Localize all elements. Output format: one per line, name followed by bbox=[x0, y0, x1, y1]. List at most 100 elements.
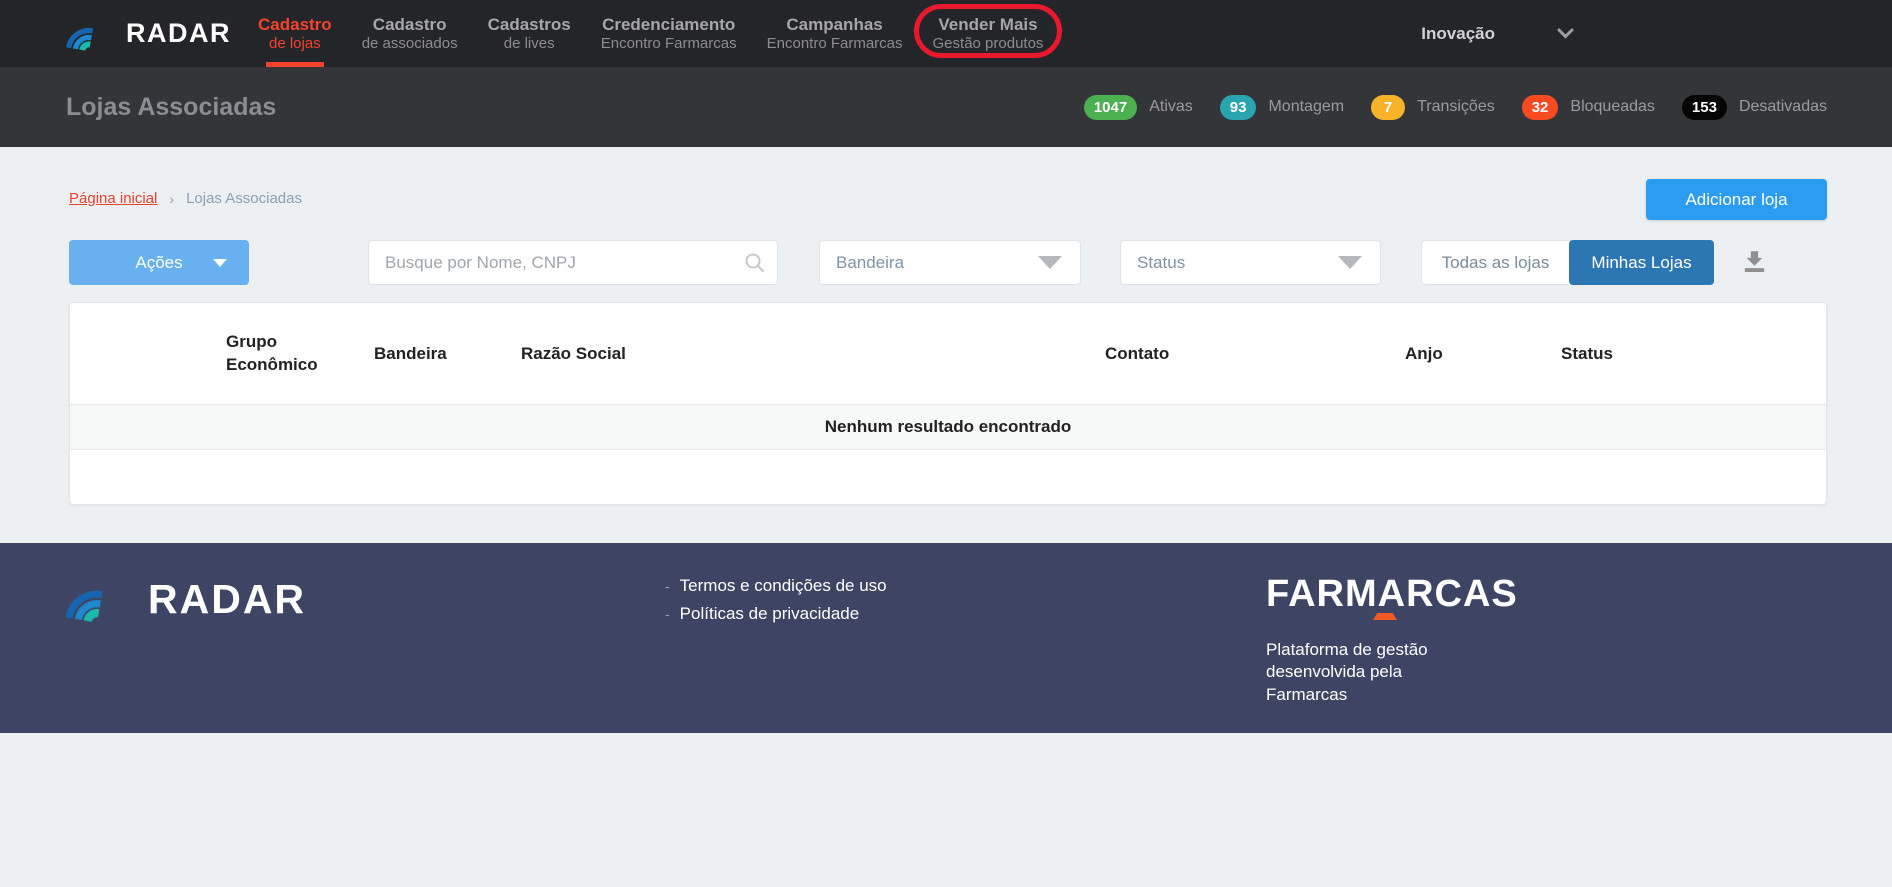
nav-item-subtitle: Encontro Farmarcas bbox=[601, 35, 737, 54]
subheader: Lojas Associadas 1047 Ativas 93 Montagem… bbox=[0, 67, 1892, 147]
stores-table-card: Grupo Econômico Bandeira Razão Social Co… bbox=[69, 302, 1827, 505]
breadcrumb: Página inicial › Lojas Associadas bbox=[69, 190, 302, 207]
column-header-anjo: Anjo bbox=[1405, 344, 1561, 364]
acoes-button[interactable]: Ações bbox=[69, 240, 249, 285]
nav-item-cadastros-lives[interactable]: Cadastros de lives bbox=[473, 0, 586, 67]
privacy-link-label: Políticas de privacidade bbox=[680, 604, 860, 624]
nav-item-subtitle: Gestão produtos bbox=[933, 35, 1044, 54]
column-header-bandeira: Bandeira bbox=[374, 344, 521, 364]
radar-logo-icon bbox=[66, 573, 128, 625]
nav-item-cadastro-associados[interactable]: Cadastro de associados bbox=[347, 0, 473, 67]
column-header-status: Status bbox=[1561, 344, 1826, 364]
footer-links: - Termos e condições de uso - Políticas … bbox=[665, 543, 1266, 733]
radar-logo-icon bbox=[66, 15, 112, 53]
dropdown-caret-icon bbox=[1038, 256, 1062, 269]
dash-bullet: - bbox=[665, 578, 670, 594]
lojas-toggle: Todas as lojas Minhas Lojas bbox=[1421, 240, 1714, 285]
stat-ativas[interactable]: 1047 Ativas bbox=[1084, 95, 1193, 120]
status-counters: 1047 Ativas 93 Montagem 7 Transições 32 … bbox=[1057, 95, 1827, 120]
bandeira-select-value: Bandeira bbox=[836, 253, 904, 273]
status-select-value: Status bbox=[1137, 253, 1185, 273]
nav-items: Cadastro de lojas Cadastro de associados… bbox=[243, 0, 1058, 67]
filter-row: Ações Bandeira Status Todas as lojas Min… bbox=[69, 240, 1827, 285]
status-select[interactable]: Status bbox=[1120, 240, 1381, 285]
stat-pill: 32 bbox=[1522, 95, 1559, 120]
table-filler bbox=[70, 450, 1826, 504]
footer-partner-block: FARMARCAS Plataforma de gestão desenvolv… bbox=[1266, 543, 1518, 733]
privacy-link[interactable]: - Políticas de privacidade bbox=[665, 604, 1266, 624]
inovacao-menu[interactable]: Inovação bbox=[1421, 0, 1574, 67]
stat-bloqueadas[interactable]: 32 Bloqueadas bbox=[1522, 95, 1655, 120]
acoes-button-label: Ações bbox=[135, 253, 182, 272]
caret-down-icon bbox=[213, 259, 227, 267]
nav-item-title: Campanhas bbox=[786, 14, 882, 35]
stat-label: Desativadas bbox=[1739, 98, 1827, 116]
nav-item-subtitle: Encontro Farmarcas bbox=[767, 35, 903, 54]
tagline-line: desenvolvida pela bbox=[1266, 662, 1518, 682]
column-header-grupo-economico: Grupo Econômico bbox=[226, 331, 374, 377]
top-nav: RADAR Cadastro de lojas Cadastro de asso… bbox=[0, 0, 1892, 67]
search-icon bbox=[744, 252, 765, 273]
search-input[interactable] bbox=[368, 240, 778, 285]
stat-pill: 153 bbox=[1682, 95, 1727, 120]
terms-link-label: Termos e condições de uso bbox=[680, 576, 887, 596]
nav-item-credenciamento[interactable]: Credenciamento Encontro Farmarcas bbox=[586, 0, 752, 67]
column-header-contato: Contato bbox=[1105, 344, 1405, 364]
main-content: Página inicial › Lojas Associadas Adicio… bbox=[0, 147, 1892, 543]
breadcrumb-row: Página inicial › Lojas Associadas Adicio… bbox=[69, 179, 1827, 220]
footer-brand-block: RADAR bbox=[66, 543, 665, 733]
stat-montagem[interactable]: 93 Montagem bbox=[1220, 95, 1344, 120]
stat-pill: 7 bbox=[1371, 95, 1405, 120]
nav-item-title: Cadastro bbox=[258, 14, 332, 35]
stat-desativadas[interactable]: 153 Desativadas bbox=[1682, 95, 1827, 120]
dropdown-caret-icon bbox=[1338, 256, 1362, 269]
farmarcas-tagline: Plataforma de gestão desenvolvida pela F… bbox=[1266, 640, 1518, 705]
nav-item-title: Cadastros bbox=[488, 14, 571, 35]
stat-pill: 1047 bbox=[1084, 95, 1137, 120]
empty-state-row: Nenhum resultado encontrado bbox=[70, 405, 1826, 450]
stat-label: Montagem bbox=[1268, 98, 1344, 116]
breadcrumb-current: Lojas Associadas bbox=[186, 190, 302, 207]
toggle-todas-as-lojas-button[interactable]: Todas as lojas bbox=[1421, 240, 1569, 285]
nav-item-title: Cadastro bbox=[373, 14, 447, 35]
adicionar-loja-button[interactable]: Adicionar loja bbox=[1646, 179, 1827, 220]
stat-label: Bloqueadas bbox=[1570, 98, 1655, 116]
tagline-line: Farmarcas bbox=[1266, 685, 1518, 705]
footer: RADAR - Termos e condições de uso - Polí… bbox=[0, 543, 1892, 733]
nav-item-campanhas[interactable]: Campanhas Encontro Farmarcas bbox=[752, 0, 918, 67]
empty-state-message: Nenhum resultado encontrado bbox=[825, 417, 1072, 437]
nav-item-title: Vender Mais bbox=[938, 14, 1037, 35]
download-button[interactable] bbox=[1738, 245, 1771, 281]
nav-item-cadastro-lojas[interactable]: Cadastro de lojas bbox=[243, 0, 347, 67]
footer-radar-logo: RADAR bbox=[66, 573, 665, 625]
toggle-minhas-lojas-button[interactable]: Minhas Lojas bbox=[1569, 240, 1714, 285]
nav-item-subtitle: de associados bbox=[362, 35, 458, 54]
search-box bbox=[368, 240, 778, 285]
dash-bullet: - bbox=[665, 606, 670, 622]
column-header-label: Grupo Econômico bbox=[226, 331, 326, 377]
footer-brand-text: RADAR bbox=[148, 576, 306, 623]
page-title: Lojas Associadas bbox=[66, 93, 276, 122]
tagline-line: Plataforma de gestão bbox=[1266, 640, 1518, 660]
breadcrumb-home-link[interactable]: Página inicial bbox=[69, 190, 157, 207]
radar-logo: RADAR bbox=[66, 0, 231, 67]
download-icon bbox=[1740, 247, 1769, 276]
brand-text: RADAR bbox=[126, 18, 231, 49]
stat-label: Ativas bbox=[1149, 98, 1193, 116]
breadcrumb-separator: › bbox=[169, 191, 174, 207]
user-menu-label: Inovação bbox=[1421, 24, 1495, 44]
nav-item-subtitle: de lives bbox=[504, 35, 555, 54]
stat-transicoes[interactable]: 7 Transições bbox=[1371, 95, 1495, 120]
nav-item-title: Credenciamento bbox=[602, 14, 735, 35]
terms-link[interactable]: - Termos e condições de uso bbox=[665, 576, 1266, 596]
stat-pill: 93 bbox=[1220, 95, 1257, 120]
column-header-razao-social: Razão Social bbox=[521, 344, 1105, 364]
farmarcas-logo: FARMARCAS bbox=[1266, 575, 1518, 613]
stat-label: Transições bbox=[1417, 98, 1495, 116]
farmarcas-wordmark: FARMARCAS bbox=[1266, 573, 1518, 615]
nav-item-vender-mais[interactable]: Vender Mais Gestão produtos bbox=[918, 0, 1059, 67]
chevron-down-icon bbox=[1557, 28, 1574, 39]
nav-item-subtitle: de lojas bbox=[269, 35, 321, 54]
bandeira-select[interactable]: Bandeira bbox=[819, 240, 1081, 285]
table-header-row: Grupo Econômico Bandeira Razão Social Co… bbox=[70, 303, 1826, 405]
